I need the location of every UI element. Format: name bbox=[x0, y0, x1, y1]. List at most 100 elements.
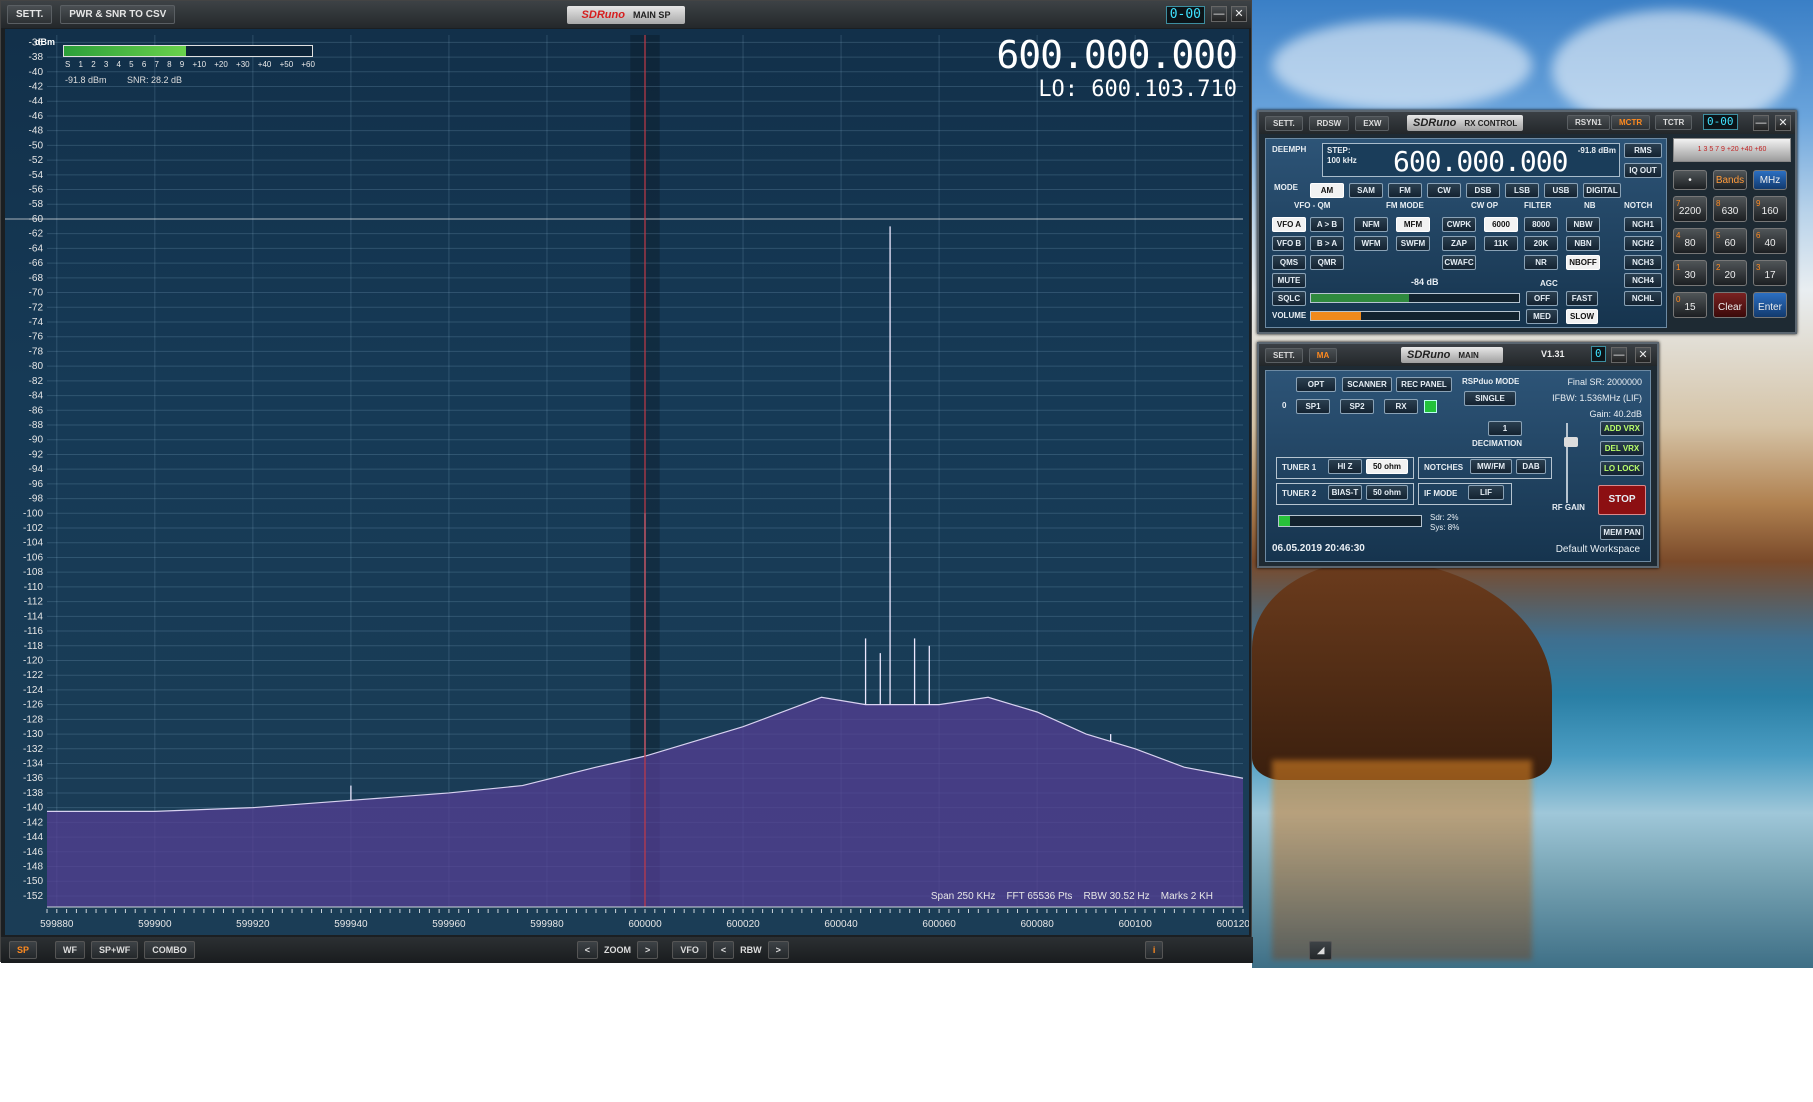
iq-out-button[interactable]: IQ OUT bbox=[1624, 163, 1662, 178]
sqlc-button[interactable]: SQLC bbox=[1272, 291, 1306, 306]
rsyn1-button[interactable]: RSYN1 bbox=[1567, 115, 1610, 130]
single-button[interactable]: SINGLE bbox=[1464, 391, 1516, 406]
rx-nfm-button[interactable]: NFM bbox=[1354, 217, 1388, 232]
spectrum-chart[interactable]: -36-38-40-42-44-46-48-50-52-54-56-58-60-… bbox=[5, 29, 1250, 935]
lif-button[interactable]: LIF bbox=[1468, 485, 1504, 500]
stop-button[interactable]: STOP bbox=[1598, 485, 1646, 515]
rx-a-b-button[interactable]: A > B bbox=[1310, 217, 1344, 232]
decimation-value[interactable]: 1 bbox=[1488, 421, 1522, 436]
sp-mode-button[interactable]: SP bbox=[9, 941, 38, 959]
rx-mfm-button[interactable]: MFM bbox=[1396, 217, 1430, 232]
rx-close-button[interactable]: ✕ bbox=[1775, 115, 1791, 131]
mode-dsb-button[interactable]: DSB bbox=[1466, 183, 1500, 198]
frequency-readout[interactable]: 600.000.000 bbox=[996, 33, 1238, 77]
agc-slow-button[interactable]: SLOW bbox=[1566, 309, 1598, 324]
scanner-button[interactable]: SCANNER bbox=[1342, 377, 1392, 392]
add-vrx-button[interactable]: ADD VRX bbox=[1600, 421, 1644, 436]
main-minimize-button[interactable]: — bbox=[1611, 347, 1627, 363]
bands-button[interactable]: Bands bbox=[1713, 170, 1747, 190]
rec-panel-button[interactable]: REC PANEL bbox=[1396, 377, 1452, 392]
rf-gain-thumb[interactable] bbox=[1564, 437, 1578, 447]
band-key-2200[interactable]: 7 2200 bbox=[1673, 196, 1707, 222]
exw-button[interactable]: EXW bbox=[1355, 115, 1390, 131]
wf-mode-button[interactable]: WF bbox=[55, 941, 86, 959]
rx-b-a-button[interactable]: B > A bbox=[1310, 236, 1344, 251]
spectrum-plot[interactable]: -36 -38 -40 -42 -44 -46 -48 -50 -52 -54 -56 -58 -60-… bbox=[5, 29, 1250, 935]
agc-fast-button[interactable]: FAST bbox=[1566, 291, 1598, 306]
rx-zap-button[interactable]: ZAP bbox=[1442, 236, 1476, 251]
settings-button[interactable]: SETT. bbox=[7, 5, 53, 24]
opt-button[interactable]: OPT bbox=[1296, 377, 1336, 392]
nchl-button[interactable]: NCHL bbox=[1624, 291, 1662, 306]
bias-t-button[interactable]: BIAS-T bbox=[1328, 485, 1362, 500]
mute-button[interactable]: MUTE bbox=[1272, 273, 1306, 288]
mode-sam-button[interactable]: SAM bbox=[1349, 183, 1383, 198]
rx-cwpk-button[interactable]: CWPK bbox=[1442, 217, 1476, 232]
mode-fm-button[interactable]: FM bbox=[1388, 183, 1422, 198]
band-key-30[interactable]: 1 30 bbox=[1673, 260, 1707, 286]
mode-digital-button[interactable]: DIGITAL bbox=[1583, 183, 1621, 198]
agc-med-button[interactable]: MED bbox=[1526, 309, 1558, 324]
band-key-20[interactable]: 2 20 bbox=[1713, 260, 1747, 286]
rx-nboff-button[interactable]: NBOFF bbox=[1566, 255, 1600, 270]
rx-8000-button[interactable]: 8000 bbox=[1524, 217, 1558, 232]
tuner2-50ohm-button[interactable]: 50 ohm bbox=[1366, 485, 1408, 500]
pwr-snr-csv-button[interactable]: PWR & SNR TO CSV bbox=[60, 5, 176, 24]
rx-cwafc-button[interactable]: CWAFC bbox=[1442, 255, 1476, 270]
enter-button[interactable]: Enter bbox=[1753, 292, 1787, 318]
ma-button[interactable]: MA bbox=[1308, 347, 1338, 363]
combo-mode-button[interactable]: COMBO bbox=[144, 941, 195, 959]
vfo-button[interactable]: VFO bbox=[672, 941, 707, 959]
squelch-slider[interactable] bbox=[1310, 293, 1520, 303]
mode-lsb-button[interactable]: LSB bbox=[1505, 183, 1539, 198]
band-key-80[interactable]: 4 80 bbox=[1673, 228, 1707, 254]
rx-wfm-button[interactable]: WFM bbox=[1354, 236, 1388, 251]
info-button[interactable]: i bbox=[1144, 941, 1164, 959]
mw-fm-notch-button[interactable]: MW/FM bbox=[1470, 459, 1512, 474]
main-settings-button[interactable]: SETT. bbox=[1265, 347, 1303, 363]
zoom-out-button[interactable]: < bbox=[576, 941, 599, 959]
rx-button[interactable]: RX bbox=[1384, 399, 1418, 414]
rx-frequency-display[interactable]: STEP: 100 kHz 600.000.000 -91.8 dBm bbox=[1322, 143, 1620, 178]
band-key-17[interactable]: 3 17 bbox=[1753, 260, 1787, 286]
rx-swfm-button[interactable]: SWFM bbox=[1396, 236, 1430, 251]
keypad-dot-button[interactable]: • bbox=[1673, 170, 1707, 190]
rx-nch3-button[interactable]: NCH3 bbox=[1624, 255, 1662, 270]
rf-gain-slider[interactable] bbox=[1564, 423, 1580, 503]
sp2-button[interactable]: SP2 bbox=[1340, 399, 1374, 414]
tctr-button[interactable]: TCTR bbox=[1655, 115, 1693, 130]
del-vrx-button[interactable]: DEL VRX bbox=[1600, 441, 1644, 456]
dab-notch-button[interactable]: DAB bbox=[1516, 459, 1546, 474]
close-button[interactable]: ✕ bbox=[1231, 6, 1247, 22]
nch4-button[interactable]: NCH4 bbox=[1624, 273, 1662, 288]
mode-am-button[interactable]: AM bbox=[1310, 183, 1344, 198]
rdsw-button[interactable]: RDSW bbox=[1308, 115, 1350, 131]
main-close-button[interactable]: ✕ bbox=[1635, 347, 1651, 363]
mctr-button[interactable]: MCTR bbox=[1611, 115, 1651, 130]
clear-button[interactable]: Clear bbox=[1713, 292, 1747, 318]
agc-off-button[interactable]: OFF bbox=[1526, 291, 1558, 306]
rx-11k-button[interactable]: 11K bbox=[1484, 236, 1518, 251]
rbw-increase-button[interactable]: > bbox=[767, 941, 789, 959]
rx-vfo-a-button[interactable]: VFO A bbox=[1272, 217, 1306, 232]
sp1-button[interactable]: SP1 bbox=[1296, 399, 1330, 414]
rx-6000-button[interactable]: 6000 bbox=[1484, 217, 1518, 232]
band-key-60[interactable]: 5 60 bbox=[1713, 228, 1747, 254]
zoom-in-button[interactable]: > bbox=[637, 941, 659, 959]
rx-20k-button[interactable]: 20K bbox=[1524, 236, 1558, 251]
hi-z-button[interactable]: HI Z bbox=[1328, 459, 1362, 474]
mem-pan-button[interactable]: MEM PAN bbox=[1600, 525, 1644, 540]
rx-nch2-button[interactable]: NCH2 bbox=[1624, 236, 1662, 251]
mhz-button[interactable]: MHz bbox=[1753, 170, 1787, 190]
volume-slider[interactable] bbox=[1310, 311, 1520, 321]
rx-nr-button[interactable]: NR bbox=[1524, 255, 1558, 270]
mode-cw-button[interactable]: CW bbox=[1427, 183, 1461, 198]
rx-nbw-button[interactable]: NBW bbox=[1566, 217, 1600, 232]
spwf-mode-button[interactable]: SP+WF bbox=[91, 941, 139, 959]
rx-qms-button[interactable]: QMS bbox=[1272, 255, 1306, 270]
band-key-160[interactable]: 9 160 bbox=[1753, 196, 1787, 222]
rx-nbn-button[interactable]: NBN bbox=[1566, 236, 1600, 251]
rx-nch1-button[interactable]: NCH1 bbox=[1624, 217, 1662, 232]
resize-grip-icon[interactable]: ◢ bbox=[1309, 940, 1333, 960]
band-key-630[interactable]: 8 630 bbox=[1713, 196, 1747, 222]
